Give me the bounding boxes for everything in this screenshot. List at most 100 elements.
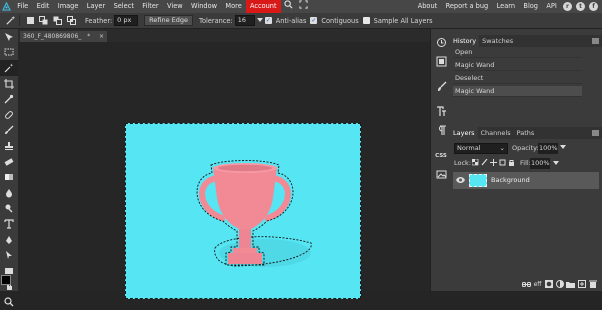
text-tool-icon[interactable]	[0, 216, 18, 232]
history-item[interactable]: Open	[453, 47, 582, 58]
swatches-panel-icon[interactable]	[431, 52, 451, 71]
sample-all-label: Sample All Layers	[373, 16, 433, 25]
twitter-icon[interactable]: t	[576, 2, 585, 11]
menu-edit[interactable]: Edit	[32, 0, 53, 13]
selection-intersect-icon[interactable]	[67, 15, 78, 26]
opacity-label: Opacity:	[512, 144, 539, 152]
path-select-icon[interactable]	[0, 247, 18, 263]
history-panel-icon[interactable]	[431, 33, 451, 52]
eye-icon[interactable]	[456, 176, 465, 186]
panel-menu-icon[interactable]	[591, 129, 600, 138]
fullscreen-icon[interactable]	[296, 0, 311, 14]
selection-subtract-icon[interactable]	[53, 15, 64, 26]
opacity-input[interactable]: 100%	[538, 143, 558, 154]
menu-blog[interactable]: Blog	[519, 0, 542, 13]
adjustment-layer-icon[interactable]	[554, 279, 565, 290]
lock-all-icon[interactable]	[508, 159, 515, 168]
new-layer-icon[interactable]	[576, 279, 587, 290]
menu-filter[interactable]: Filter	[138, 0, 163, 13]
menu-view[interactable]: View	[163, 0, 187, 13]
tab-swatches[interactable]: Swatches	[479, 35, 516, 47]
zoom-tool-icon[interactable]	[0, 294, 18, 310]
link-layers-icon[interactable]	[521, 279, 532, 290]
menu-about[interactable]: About	[414, 0, 442, 13]
history-item-selected[interactable]: Magic Wand	[453, 86, 582, 97]
tolerance-input[interactable]: 16	[234, 15, 255, 26]
layer-row-background[interactable]: Background	[453, 172, 599, 189]
eyedropper-tool-icon[interactable]	[0, 91, 18, 107]
tab-paths[interactable]: Paths	[514, 127, 538, 139]
search-icon[interactable]	[281, 0, 296, 14]
brush-tool-icon[interactable]	[0, 123, 18, 139]
lock-artboard-icon[interactable]	[499, 159, 506, 168]
menu-learn[interactable]: Learn	[492, 0, 519, 13]
color-swatches[interactable]	[1, 275, 17, 291]
selection-new-icon[interactable]	[25, 15, 36, 26]
refine-edge-button[interactable]: Refine Edge	[144, 15, 194, 26]
lock-pixels-icon[interactable]	[481, 158, 488, 168]
crop-tool-icon[interactable]	[0, 76, 18, 92]
magic-wand-tool-icon[interactable]	[4, 15, 16, 27]
paragraph-panel-icon[interactable]	[431, 121, 451, 140]
sample-all-checkbox[interactable]	[362, 17, 370, 24]
lock-position-icon[interactable]	[490, 159, 497, 168]
panel-menu-icon[interactable]	[591, 37, 600, 46]
chevron-down-icon: ⌄	[499, 144, 505, 152]
menu-layer[interactable]: Layer	[83, 0, 110, 13]
close-tab-icon[interactable]: ×	[99, 31, 104, 42]
reddit-icon[interactable]: r	[563, 2, 572, 11]
fill-input[interactable]: 100%	[530, 158, 550, 169]
character-panel-icon[interactable]	[431, 102, 451, 121]
tolerance-label: Tolerance:	[199, 16, 233, 25]
marquee-tool-icon[interactable]	[0, 45, 18, 61]
menu-report-bug[interactable]: Report a bug	[441, 0, 492, 13]
lock-transparency-icon[interactable]	[471, 158, 479, 168]
menu-more[interactable]: More	[221, 0, 246, 13]
magic-wand-tool-icon[interactable]	[0, 60, 18, 76]
menu-account[interactable]: Account	[245, 0, 281, 13]
facebook-icon[interactable]: f	[589, 2, 598, 11]
menu-api[interactable]: API	[542, 0, 561, 13]
chevron-down-icon[interactable]	[256, 17, 263, 25]
document-modified-mark: *	[87, 33, 91, 40]
foreground-color-swatch[interactable]	[1, 275, 11, 285]
tab-channels[interactable]: Channels	[478, 127, 514, 139]
image-panel-icon[interactable]	[431, 165, 451, 184]
document-tab[interactable]: 360_F_480869806_ * ×	[20, 31, 107, 42]
history-item[interactable]: Magic Wand	[453, 60, 582, 71]
divider	[19, 15, 20, 26]
tab-history[interactable]: History	[450, 35, 480, 47]
brush-panel-icon[interactable]	[431, 77, 451, 96]
menu-image[interactable]: Image	[54, 0, 83, 13]
layer-mask-icon[interactable]	[543, 279, 554, 290]
layers-panel-tabs: Layers Channels Paths	[450, 127, 602, 139]
pen-tool-icon[interactable]	[0, 232, 18, 248]
dodge-tool-icon[interactable]	[0, 201, 18, 217]
canvas-area[interactable]	[18, 42, 430, 299]
gradient-tool-icon[interactable]	[0, 169, 18, 185]
anti-alias-checkbox[interactable]: ✓	[264, 17, 272, 24]
selection-add-icon[interactable]	[39, 15, 50, 26]
heal-tool-icon[interactable]	[0, 107, 18, 123]
menu-select[interactable]: Select	[109, 0, 138, 13]
contiguous-checkbox[interactable]: ✓	[310, 17, 318, 24]
menu-file[interactable]: File	[13, 0, 32, 13]
move-tool-icon[interactable]	[0, 29, 18, 45]
tab-layers[interactable]: Layers	[450, 127, 478, 139]
layer-effects-icon[interactable]: eff	[532, 279, 543, 290]
chevron-down-icon[interactable]	[560, 144, 566, 152]
eraser-tool-icon[interactable]	[0, 154, 18, 170]
feather-input[interactable]: 0 px	[114, 15, 139, 26]
new-group-icon[interactable]	[565, 279, 576, 290]
blur-tool-icon[interactable]	[0, 185, 18, 201]
stamp-tool-icon[interactable]	[0, 138, 18, 154]
artwork[interactable]	[125, 123, 361, 299]
blend-mode-select[interactable]: Normal ⌄	[454, 143, 508, 154]
photopea-logo-icon[interactable]	[0, 0, 13, 13]
history-item[interactable]: Deselect	[453, 73, 582, 84]
css-panel-icon[interactable]: CSS	[431, 146, 451, 165]
chevron-down-icon[interactable]	[553, 160, 559, 168]
layers-footer: eff	[450, 277, 602, 291]
delete-layer-icon[interactable]	[587, 279, 598, 290]
menu-window[interactable]: Window	[187, 0, 221, 13]
